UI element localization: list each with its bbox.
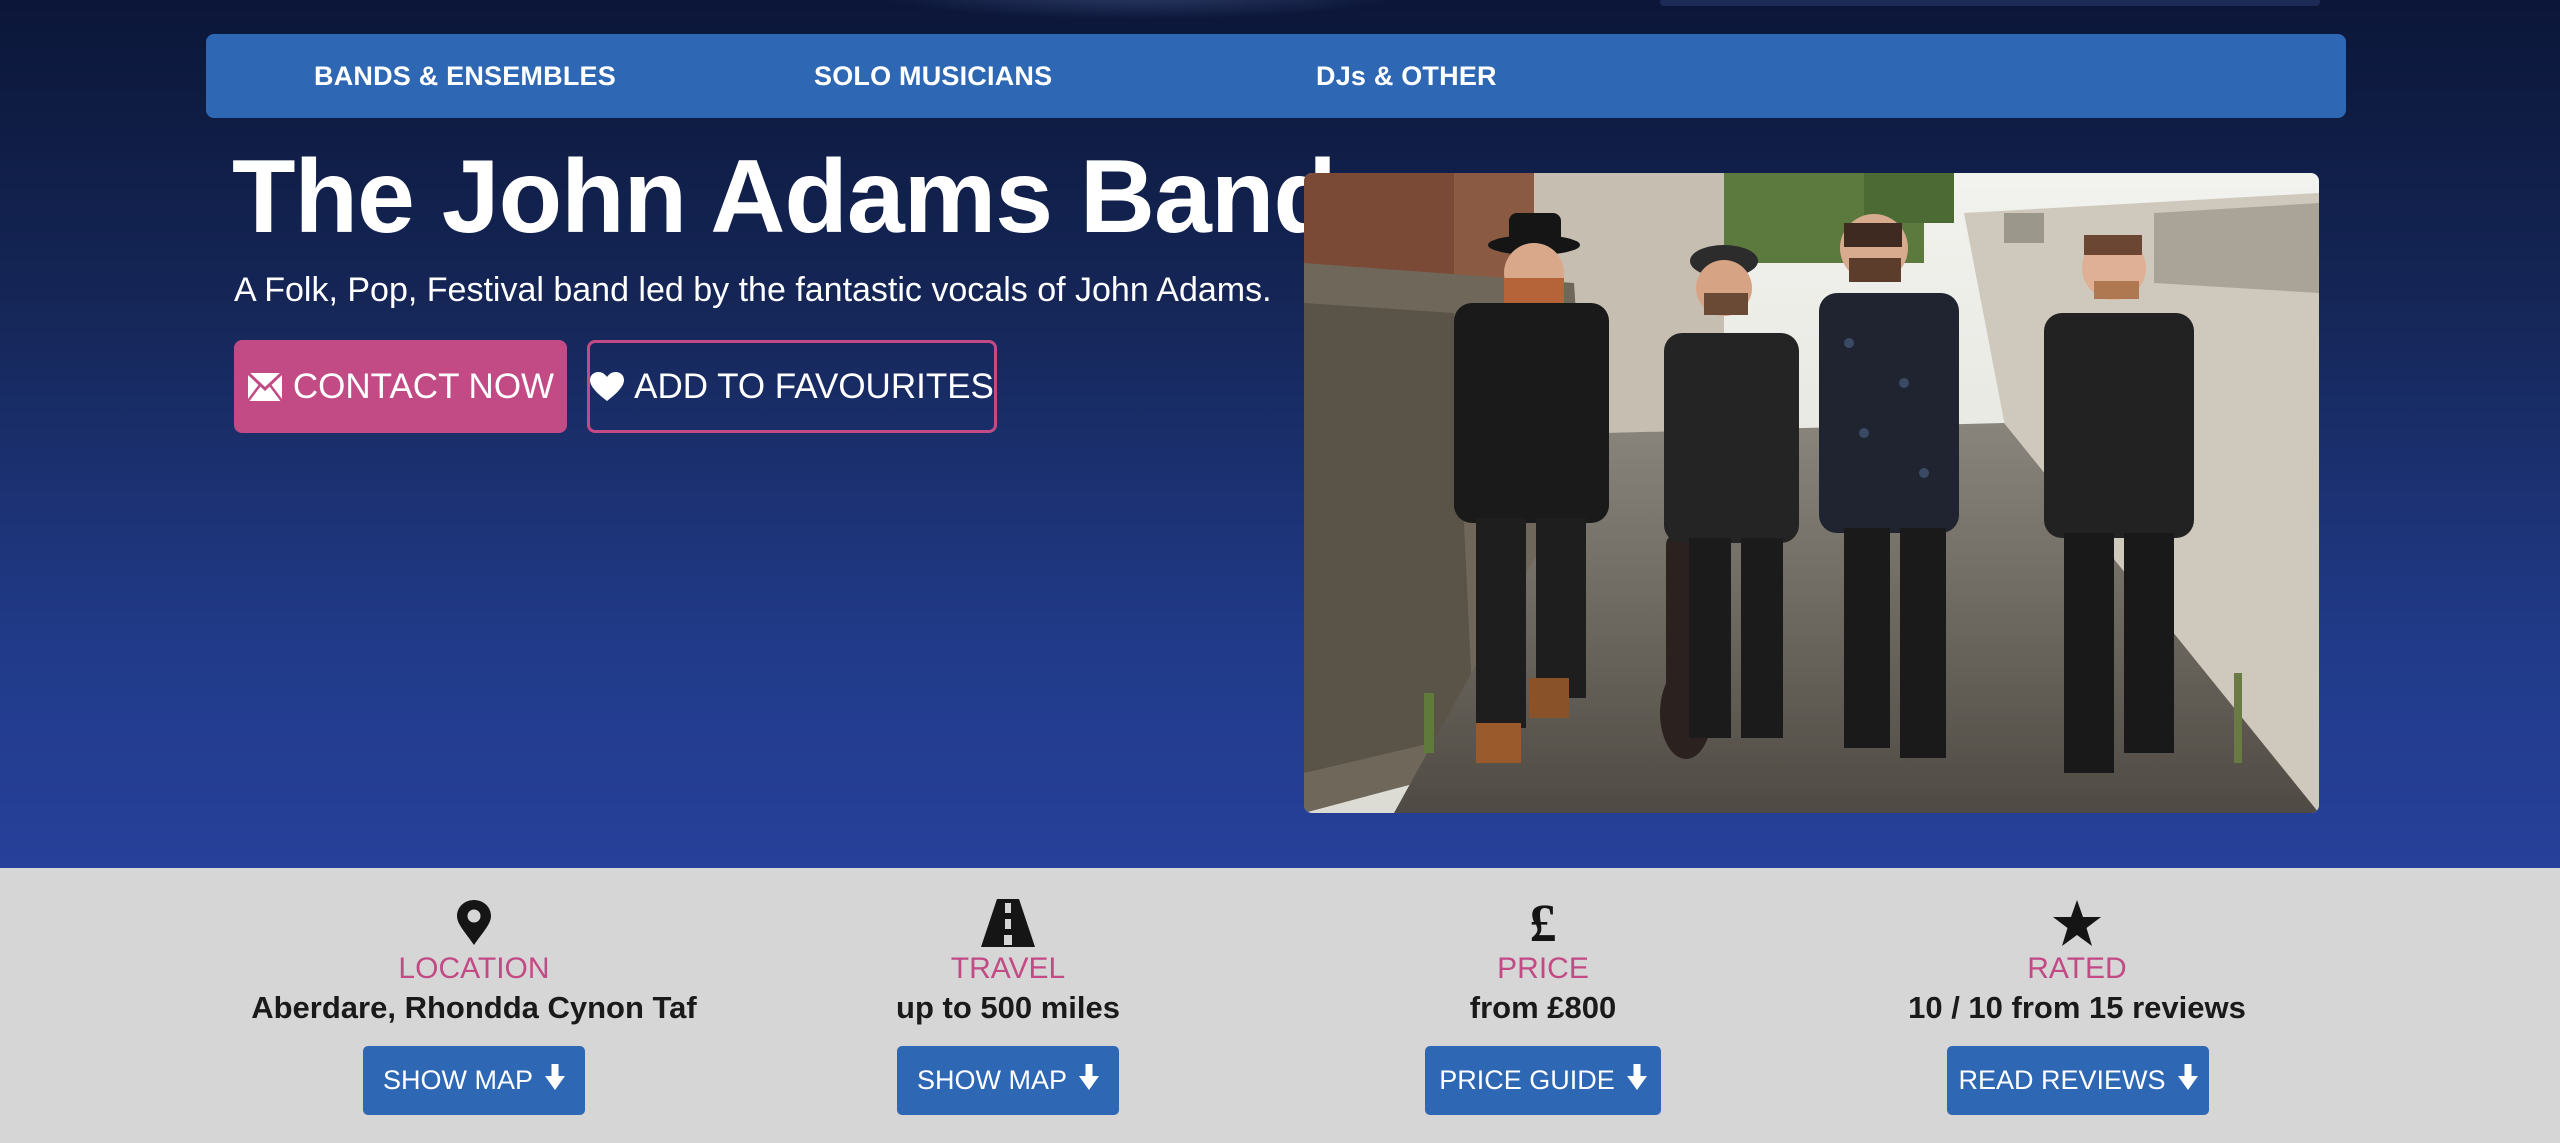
page-title: The John Adams Band: [232, 139, 1337, 255]
read-reviews-label: READ REVIEWS: [1958, 1065, 2166, 1095]
add-to-favourites-button[interactable]: ADD TO FAVOURITES: [587, 340, 997, 433]
contact-now-label: CONTACT NOW: [292, 366, 555, 406]
price-guide-button[interactable]: PRICE GUIDE: [1425, 1046, 1661, 1115]
location-value: Aberdare, Rhondda Cynon Taf: [251, 990, 697, 1025]
rated-value: 10 / 10 from 15 reviews: [1908, 990, 2246, 1025]
info-bar: LOCATION Aberdare, Rhondda Cynon Taf SHO…: [0, 868, 2560, 1143]
rated-label: RATED: [2027, 952, 2127, 985]
info-rated: RATED 10 / 10 from 15 reviews READ REVIE…: [1827, 868, 2327, 1143]
nav-item-bands-ensembles[interactable]: BANDS & ENSEMBLES: [314, 34, 616, 118]
nav-item-djs-other[interactable]: DJs & OTHER: [1316, 34, 1497, 118]
road-icon: [758, 895, 1258, 951]
contact-now-button[interactable]: CONTACT NOW: [234, 340, 567, 433]
hero-section: BANDS & ENSEMBLES SOLO MUSICIANS DJs & O…: [0, 0, 2560, 868]
price-label: PRICE: [1497, 952, 1589, 985]
nav-item-solo-musicians[interactable]: SOLO MUSICIANS: [814, 34, 1052, 118]
info-travel: TRAVEL up to 500 miles SHOW MAP: [758, 868, 1258, 1143]
read-reviews-button[interactable]: READ REVIEWS: [1947, 1046, 2209, 1115]
show-map-button-location[interactable]: SHOW MAP: [363, 1046, 585, 1115]
location-label: LOCATION: [398, 952, 550, 985]
pound-icon: £: [1529, 893, 1557, 953]
map-pin-icon: [224, 895, 724, 951]
envelope-icon: [246, 371, 283, 402]
hero-glow: [860, 0, 1420, 20]
main-nav: BANDS & ENSEMBLES SOLO MUSICIANS DJs & O…: [206, 34, 2346, 118]
arrow-down-icon: [1079, 1064, 1099, 1097]
travel-label: TRAVEL: [950, 952, 1066, 985]
arrow-down-icon: [545, 1064, 565, 1097]
price-guide-label: PRICE GUIDE: [1439, 1065, 1615, 1095]
arrow-down-icon: [1626, 1064, 1647, 1097]
heart-icon: [590, 371, 625, 402]
band-photo: [1304, 173, 2319, 813]
show-map-label: SHOW MAP: [382, 1065, 533, 1095]
star-icon: [1827, 895, 2327, 951]
info-price: £ PRICE from £800 PRICE GUIDE: [1293, 868, 1793, 1143]
page-subtitle: A Folk, Pop, Festival band led by the fa…: [234, 271, 1272, 309]
show-map-label: SHOW MAP: [916, 1065, 1067, 1095]
arrow-down-icon: [2177, 1064, 2198, 1097]
show-map-button-travel[interactable]: SHOW MAP: [897, 1046, 1119, 1115]
price-value: from £800: [1469, 990, 1617, 1025]
info-location: LOCATION Aberdare, Rhondda Cynon Taf SHO…: [224, 868, 724, 1143]
travel-value: up to 500 miles: [896, 990, 1120, 1025]
add-to-favourites-label: ADD TO FAVOURITES: [634, 366, 994, 406]
hero-top-decoration: [1660, 0, 2320, 6]
